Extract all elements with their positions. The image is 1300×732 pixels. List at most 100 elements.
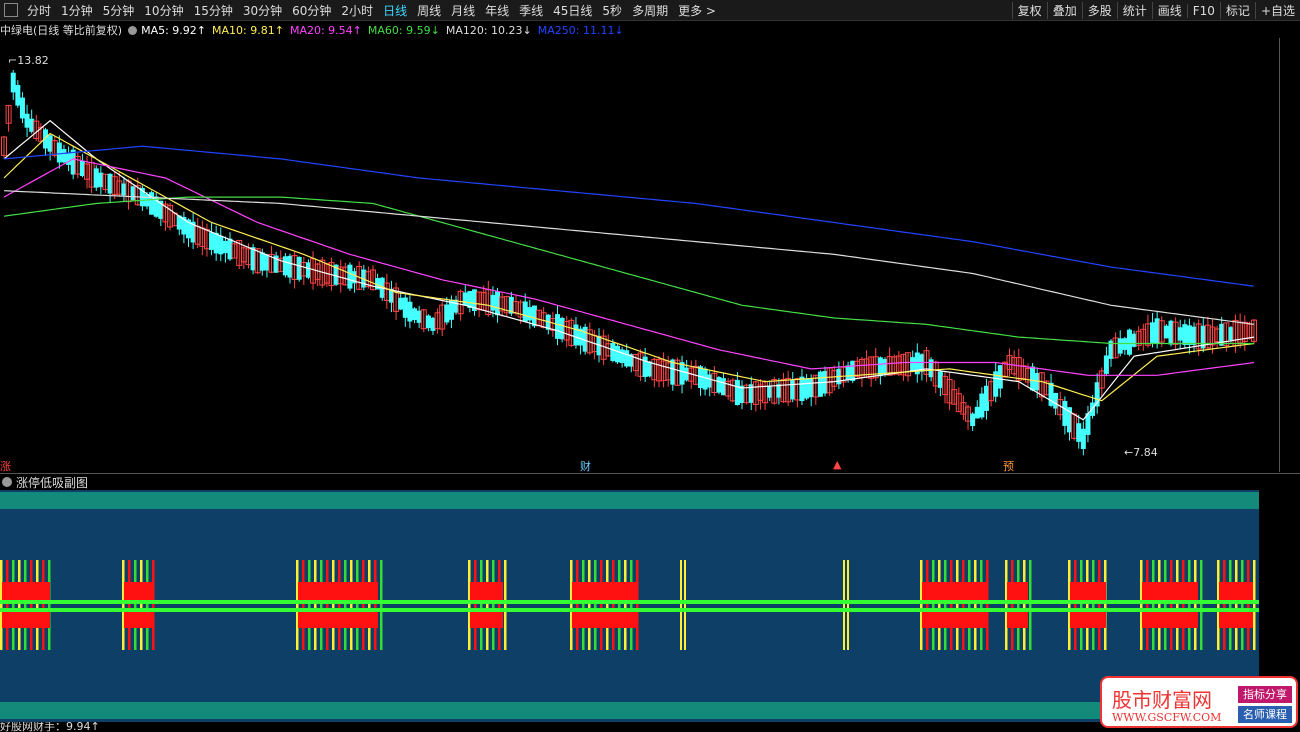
- candle-body: [209, 232, 215, 250]
- candle-body: [1177, 327, 1183, 341]
- signal-line-top: [0, 600, 1259, 604]
- tab-period-11[interactable]: 年线: [480, 2, 514, 19]
- tab-period-5[interactable]: 30分钟: [238, 2, 287, 19]
- candle-body: [979, 393, 985, 418]
- toolbar-button-0[interactable]: 复权: [1011, 2, 1047, 19]
- tab-period-14[interactable]: 5秒: [597, 2, 627, 19]
- toolbar-button-2[interactable]: 多股: [1081, 2, 1117, 19]
- toolbar-button-1[interactable]: 叠加: [1046, 2, 1082, 19]
- signal-bar: [956, 560, 959, 650]
- sub-bottom-band: [0, 702, 1259, 719]
- candle-body: [259, 252, 265, 271]
- signal-bar: [18, 560, 21, 650]
- signal-block-bottom: [470, 610, 503, 628]
- stock-title: 中绿电(日线 等比前复权): [0, 24, 123, 37]
- toolbar-button-7[interactable]: +自选: [1254, 2, 1300, 19]
- candle-body: [66, 152, 72, 165]
- sub-settings-dot-icon[interactable]: [2, 477, 12, 487]
- event-marker-3[interactable]: 预: [1003, 458, 1014, 474]
- signal-bar: [1241, 560, 1244, 650]
- tab-period-10[interactable]: 月线: [446, 2, 480, 19]
- signal-bar: [920, 560, 923, 650]
- signal-bar: [1080, 560, 1083, 650]
- tab-period-0[interactable]: 分时: [22, 2, 56, 19]
- event-marker-0[interactable]: 涨: [0, 458, 11, 474]
- toolbar-button-6[interactable]: 标记: [1219, 2, 1255, 19]
- signal-bar: [606, 560, 609, 650]
- candle-body: [910, 357, 916, 371]
- kline-chart[interactable]: ⌐13.82 ←7.84: [0, 38, 1279, 458]
- signal-bar: [498, 560, 501, 650]
- event-marker-1[interactable]: 财: [580, 458, 591, 474]
- toolbar-button-3[interactable]: 统计: [1116, 2, 1152, 19]
- tab-period-12[interactable]: 季线: [514, 2, 548, 19]
- bottom-indicator-text: 好股网财手：9.94↑: [0, 722, 100, 732]
- watermark-badge-share: 指标分享: [1238, 686, 1292, 703]
- signal-bar: [1011, 560, 1014, 650]
- period-tabs: 分时 1分钟 5分钟 10分钟 15分钟 30分钟 60分钟 2小时 日线 周线 月线 年线 季线 45日…: [22, 2, 721, 19]
- signal-bar: [1158, 560, 1161, 650]
- candle-body: [93, 168, 99, 188]
- toolbar-button-5[interactable]: F10: [1186, 3, 1220, 18]
- signal-bar: [1017, 560, 1020, 650]
- tab-period-8[interactable]: 日线: [378, 2, 412, 19]
- ma-value-3: MA60: 9.59↓: [367, 23, 440, 37]
- signal-bar: [140, 560, 143, 650]
- window-menu-icon[interactable]: [4, 3, 18, 17]
- candle-body: [679, 362, 685, 385]
- candle-body: [218, 235, 224, 255]
- tab-period-16[interactable]: 更多 >: [673, 2, 721, 19]
- candle-body: [1126, 329, 1132, 355]
- signal-bar: [968, 560, 971, 650]
- tab-period-2[interactable]: 5分钟: [98, 2, 140, 19]
- tab-period-7[interactable]: 2小时: [336, 2, 378, 19]
- signal-bar: [128, 560, 131, 650]
- signal-bar: [362, 560, 365, 650]
- settings-dot-icon[interactable]: [128, 25, 138, 35]
- signal-bar: [932, 560, 935, 650]
- ma-value-0: MA5: 9.92↑: [141, 23, 207, 37]
- signal-bar: [612, 560, 615, 650]
- tab-period-9[interactable]: 周线: [412, 2, 446, 19]
- candle-body: [1117, 338, 1123, 354]
- signal-bar: [474, 560, 477, 650]
- signal-bar: [326, 560, 329, 650]
- signal-bar: [296, 560, 299, 650]
- signal-bar: [314, 560, 317, 650]
- signal-yellow-bar: [684, 560, 686, 650]
- candle-body: [425, 315, 431, 329]
- ma-value-5: MA250: 11.11↓: [537, 23, 624, 37]
- signal-bar: [1170, 560, 1173, 650]
- event-marker-2[interactable]: ▲: [833, 458, 841, 471]
- candle-body: [974, 406, 980, 419]
- sub-panel-title: 涨停低吸副图: [16, 475, 89, 490]
- toolbar-button-4[interactable]: 画线: [1151, 2, 1187, 19]
- candle-body: [1186, 325, 1192, 345]
- tab-period-6[interactable]: 60分钟: [287, 2, 336, 19]
- tab-period-3[interactable]: 10分钟: [139, 2, 188, 19]
- candle-body: [19, 97, 25, 119]
- signal-bar: [570, 560, 573, 650]
- signal-bar: [1005, 560, 1008, 650]
- tab-period-4[interactable]: 15分钟: [189, 2, 238, 19]
- signal-bar: [980, 560, 983, 650]
- candle-body: [412, 308, 418, 321]
- watermark-title: 股市财富网: [1112, 688, 1212, 712]
- ma-legend: 中绿电(日线 等比前复权) MA5: 9.92↑ MA10: 9.81↑ MA20:…: [0, 22, 636, 38]
- candle-body: [1182, 324, 1188, 345]
- tab-period-13[interactable]: 45日线: [548, 2, 597, 19]
- signal-block-top: [470, 582, 503, 600]
- signal-bar: [492, 560, 495, 650]
- signal-bar: [1068, 560, 1071, 650]
- toolbar-right-buttons: 复权 叠加 多股 统计 画线 F10 标记 +自选: [1011, 0, 1300, 21]
- candle-body: [845, 365, 851, 381]
- tab-period-15[interactable]: 多周期: [627, 2, 673, 19]
- candle-body: [527, 307, 533, 321]
- signal-bar: [1086, 560, 1089, 650]
- candle-body: [624, 350, 630, 367]
- signal-bar: [962, 560, 965, 650]
- tab-period-1[interactable]: 1分钟: [56, 2, 98, 19]
- candle-body: [614, 345, 620, 363]
- signal-bar: [624, 560, 627, 650]
- ma-line-MA60: [3, 196, 1254, 345]
